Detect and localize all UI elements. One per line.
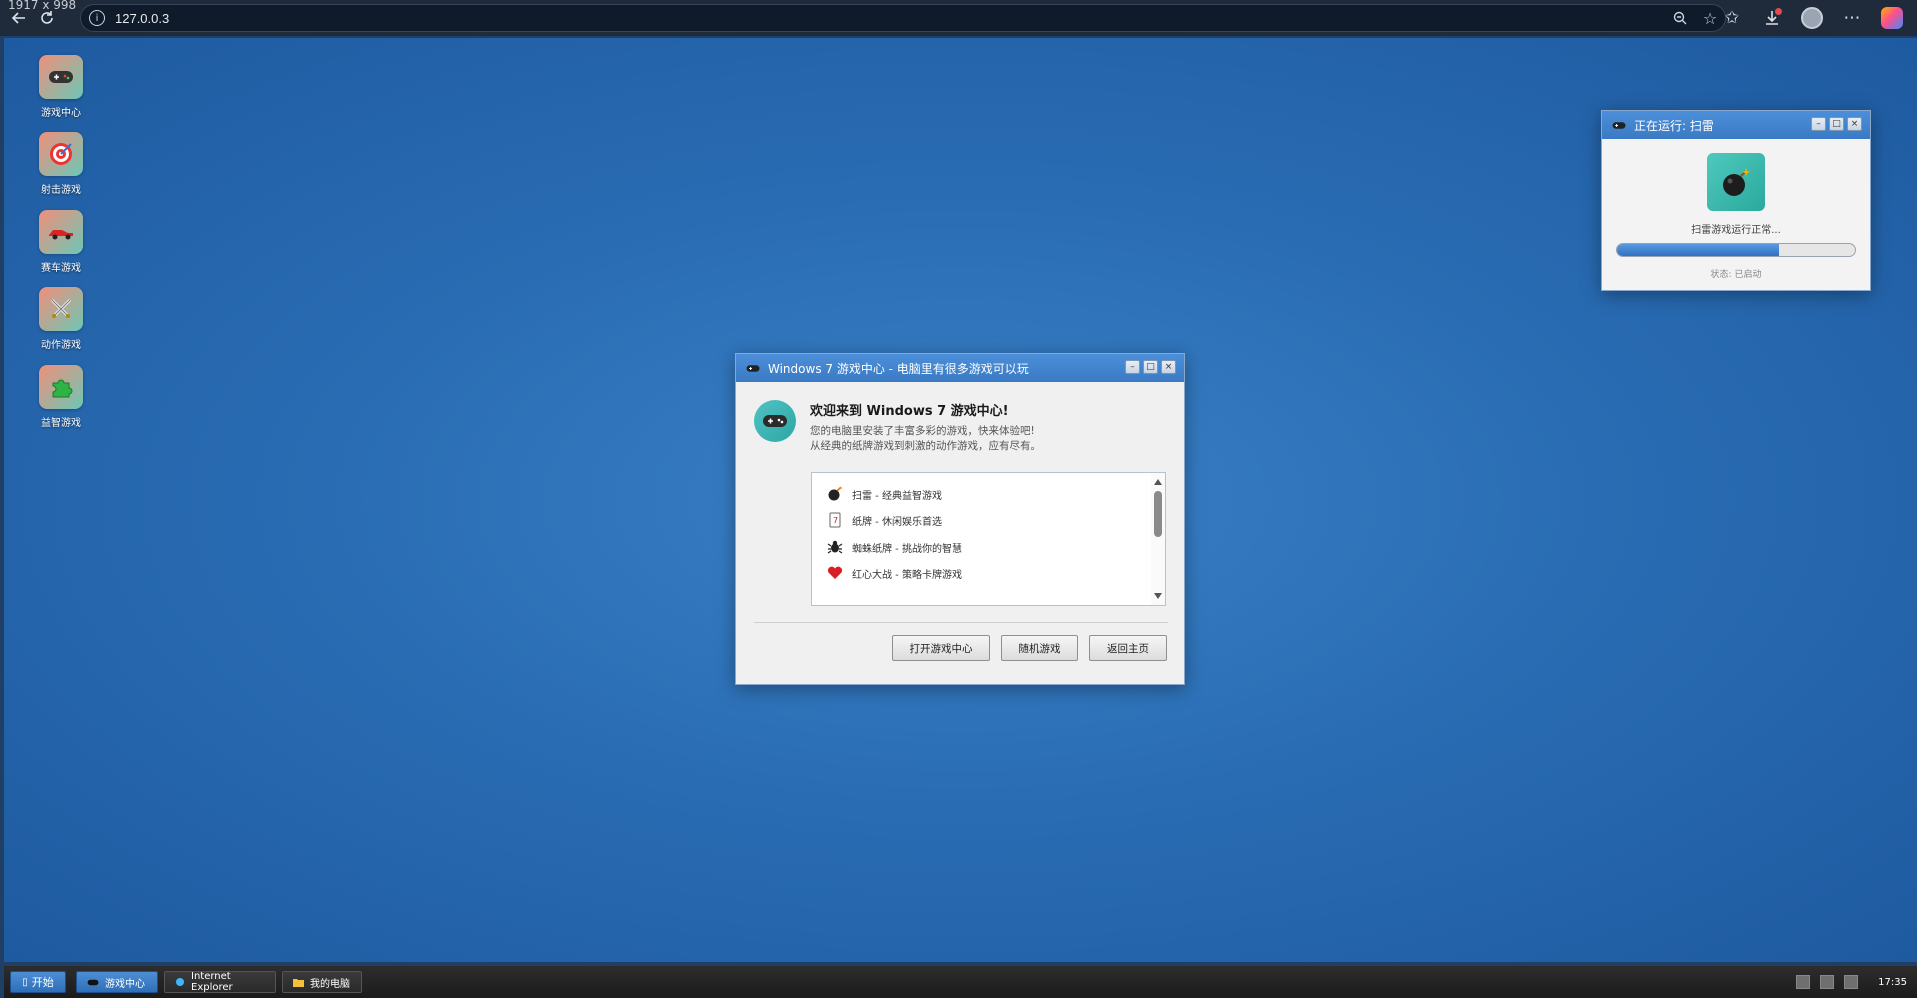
taskbar-item-internet-explorer[interactable]: Internet Explorer [164,971,276,993]
dialog-heading: 欢迎来到 Windows 7 游戏中心! [810,404,1009,419]
taskbar-item-label: 我的电脑 [310,978,350,990]
desktop-icon-action[interactable]: 动作游戏 [32,287,90,351]
list-item-label: 蜘蛛纸牌 - 挑战你的智慧 [852,543,962,555]
more-menu-icon[interactable]: ⋯ [1839,6,1865,30]
desktop-icon-shooting[interactable]: 射击游戏 [32,132,90,196]
list-item-hearts[interactable]: 红心大战 - 策略卡牌游戏 [826,564,962,582]
desktop-icon-label: 动作游戏 [41,340,81,351]
running-game-window: 正在运行: 扫雷 – □ × 扫雷游戏运行正常... 状态: 已启动 [1601,110,1871,291]
favorite-star-icon[interactable]: ☆ [1701,9,1719,28]
taskbar-item-game-center[interactable]: 游戏中心 [76,971,158,993]
zoom-icon[interactable] [1671,9,1689,27]
minimize-button[interactable]: – [1811,117,1826,131]
game-list[interactable]: 扫雷 - 经典益智游戏 7 纸牌 - 休闲娱乐首选 蜘蛛纸牌 - 挑战你的智慧 … [811,472,1166,606]
list-item-label: 纸牌 - 休闲娱乐首选 [852,516,942,528]
description-line: 从经典的纸牌游戏到刺激的动作游戏，应有尽有。 [810,440,1041,452]
tray-icon[interactable] [1820,975,1835,989]
desktop-icon-puzzle[interactable]: 益智游戏 [32,365,90,429]
start-button[interactable]: ▯ 开始 [10,971,66,993]
running-title: 正在运行: 扫雷 [1634,118,1714,133]
copilot-icon[interactable] [1879,6,1905,30]
close-button[interactable]: × [1161,360,1176,374]
return-home-button[interactable]: 返回主页 [1089,635,1167,661]
scroll-thumb[interactable] [1154,491,1162,537]
target-icon [39,132,83,176]
puzzle-icon [39,365,83,409]
tray-icon[interactable] [1796,975,1811,989]
playing-card-icon: 7 [826,511,844,529]
profile-avatar-icon[interactable] [1799,6,1825,30]
desktop-icon-label: 赛车游戏 [41,263,81,274]
svg-text:7: 7 [833,516,838,525]
list-item-spider[interactable]: 蜘蛛纸牌 - 挑战你的智慧 [826,538,962,556]
scroll-up-arrow-icon[interactable] [1154,479,1162,485]
address-bar[interactable]: i 127.0.0.3 ☆ [80,4,1726,32]
gamepad-icon [1612,120,1626,131]
browser-toolbar: 1917 x 998 i 127.0.0.3 ☆ ✩ ⋯ [0,0,1917,36]
taskbar-item-label: 游戏中心 [105,978,145,990]
taskbar-item-label: Internet Explorer [191,971,233,993]
desktop-icon-racing[interactable]: 赛车游戏 [32,210,90,274]
gamepad-icon [87,978,99,987]
favorites-list-icon[interactable]: ✩ [1719,6,1745,30]
progress-fill [1617,244,1779,256]
taskbar: ▯ 开始 游戏中心 Internet Explorer 我的电脑 17:35 [4,966,1917,998]
open-game-center-button[interactable]: 打开游戏中心 [892,635,990,661]
minimize-button[interactable]: – [1125,360,1140,374]
description-line: 您的电脑里安装了丰富多彩的游戏，快来体验吧! [810,425,1035,437]
progress-bar [1616,243,1856,257]
back-arrow-icon[interactable] [6,6,32,30]
tray-icon[interactable] [1844,975,1859,989]
running-status-text: 扫雷游戏运行正常... [1691,225,1781,236]
list-item-minesweeper[interactable]: 扫雷 - 经典益智游戏 [826,485,942,503]
close-button[interactable]: × [1847,117,1862,131]
bomb-icon [826,485,844,503]
desktop-icon-label: 益智游戏 [41,418,81,429]
dialog-description: 您的电脑里安装了丰富多彩的游戏，快来体验吧! 从经典的纸牌游戏到刺激的动作游戏，… [810,424,1041,454]
desktop-icon-label: 游戏中心 [41,108,81,119]
running-state-text: 状态: 已启动 [1710,270,1762,280]
list-item-solitaire[interactable]: 7 纸牌 - 休闲娱乐首选 [826,511,942,529]
scroll-down-arrow-icon[interactable] [1154,593,1162,599]
game-center-dialog: Windows 7 游戏中心 - 电脑里有很多游戏可以玩 – □ × 欢迎来到 … [735,353,1185,685]
list-item-label: 红心大战 - 策略卡牌游戏 [852,569,962,581]
notification-dot [1775,8,1782,15]
taskbar-item-my-computer[interactable]: 我的电脑 [282,971,362,993]
spider-icon [826,538,844,556]
downloads-icon[interactable] [1759,6,1785,30]
windows-logo-icon: ▯ [22,976,28,988]
gamepad-icon [746,363,760,374]
random-game-button[interactable]: 随机游戏 [1001,635,1078,661]
desktop-icon-game-center[interactable]: 游戏中心 [32,55,90,119]
url-text: 127.0.0.3 [115,10,170,26]
clock[interactable]: 17:35 [1868,977,1917,988]
gamepad-logo-icon [754,400,796,442]
maximize-button[interactable]: □ [1143,360,1158,374]
dialog-titlebar[interactable]: Windows 7 游戏中心 - 电脑里有很多游戏可以玩 – □ × [736,354,1184,382]
site-info-icon[interactable]: i [89,10,105,26]
system-tray: 17:35 [1796,966,1917,998]
list-scrollbar[interactable] [1151,473,1165,605]
desktop-icon-label: 射击游戏 [41,185,81,196]
reload-icon[interactable] [34,6,60,30]
folder-icon [293,978,304,987]
gamepad-icon [39,55,83,99]
crossed-swords-icon [39,287,83,331]
globe-icon [175,977,185,987]
dialog-title: Windows 7 游戏中心 - 电脑里有很多游戏可以玩 [768,361,1029,376]
running-titlebar[interactable]: 正在运行: 扫雷 – □ × [1602,111,1870,139]
race-car-icon [39,210,83,254]
bomb-icon [1707,153,1765,211]
divider [754,622,1168,623]
start-label: 开始 [31,976,54,989]
maximize-button[interactable]: □ [1829,117,1844,131]
list-item-label: 扫雷 - 经典益智游戏 [852,490,942,502]
heart-icon [826,564,844,582]
